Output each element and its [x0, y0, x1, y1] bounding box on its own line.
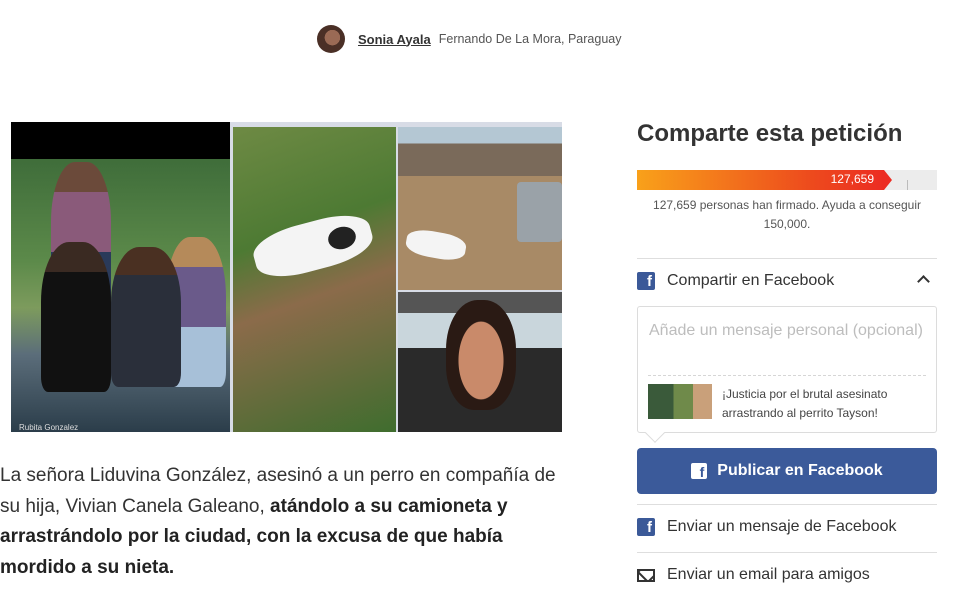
- send-facebook-message-button[interactable]: f Enviar un mensaje de Facebook: [637, 515, 937, 539]
- photo-woman-car: [398, 292, 562, 432]
- progress-fill: 127,659: [637, 170, 884, 190]
- preview-text: ¡Justicia por el brutal asesinato arrast…: [722, 387, 888, 420]
- mail-icon: [637, 568, 655, 582]
- share-facebook-toggle[interactable]: f Compartir en Facebook: [637, 269, 937, 293]
- petition-image: Rubita Gonzalez: [11, 122, 562, 432]
- preview-thumbnail: [648, 384, 712, 419]
- signature-progress-bar: 127,659: [637, 170, 937, 190]
- avatar[interactable]: [317, 25, 345, 53]
- signed-count-text: 127,659 personas han firmado. Ayuda a co…: [653, 198, 921, 231]
- messenger-label: Enviar un mensaje de Facebook: [667, 518, 897, 535]
- author-location: Fernando De La Mora, Paraguay: [438, 32, 622, 46]
- photo-credit: Rubita Gonzalez: [19, 423, 79, 432]
- divider: [637, 504, 937, 505]
- photo-dog-street: [398, 127, 562, 290]
- divider: [648, 375, 926, 376]
- goal-tick: [907, 180, 908, 190]
- message-input[interactable]: Añade un mensaje personal (opcional): [649, 322, 923, 340]
- email-label: Enviar un email para amigos: [667, 566, 870, 583]
- progress-arrow: [884, 170, 892, 190]
- send-email-button[interactable]: Enviar un email para amigos: [637, 563, 937, 587]
- photo-family: Rubita Gonzalez: [11, 122, 230, 432]
- photo-dog-grass: [233, 127, 396, 432]
- chevron-up-icon[interactable]: [917, 275, 930, 288]
- facebook-messenger-icon: f: [637, 518, 655, 536]
- petition-title-partial: [330, 0, 630, 4]
- author-row: Sonia Ayala Fernando De La Mora, Paragua…: [317, 24, 621, 54]
- share-heading: Comparte esta petición: [637, 120, 903, 147]
- divider: [637, 258, 937, 259]
- box-pointer: [645, 423, 665, 443]
- signature-count: 127,659: [830, 172, 874, 186]
- publish-label: Publicar en Facebook: [717, 462, 883, 479]
- petition-description: La señora Liduvina González, asesinó a u…: [0, 461, 580, 583]
- share-facebook-label: Compartir en Facebook: [667, 272, 835, 289]
- author-name-link[interactable]: Sonia Ayala: [358, 32, 431, 47]
- facebook-message-box[interactable]: Añade un mensaje personal (opcional) ¡Ju…: [637, 306, 937, 443]
- facebook-icon: f: [637, 272, 655, 290]
- publish-facebook-button[interactable]: f Publicar en Facebook: [637, 448, 937, 494]
- divider: [637, 552, 937, 553]
- facebook-icon: f: [691, 463, 708, 479]
